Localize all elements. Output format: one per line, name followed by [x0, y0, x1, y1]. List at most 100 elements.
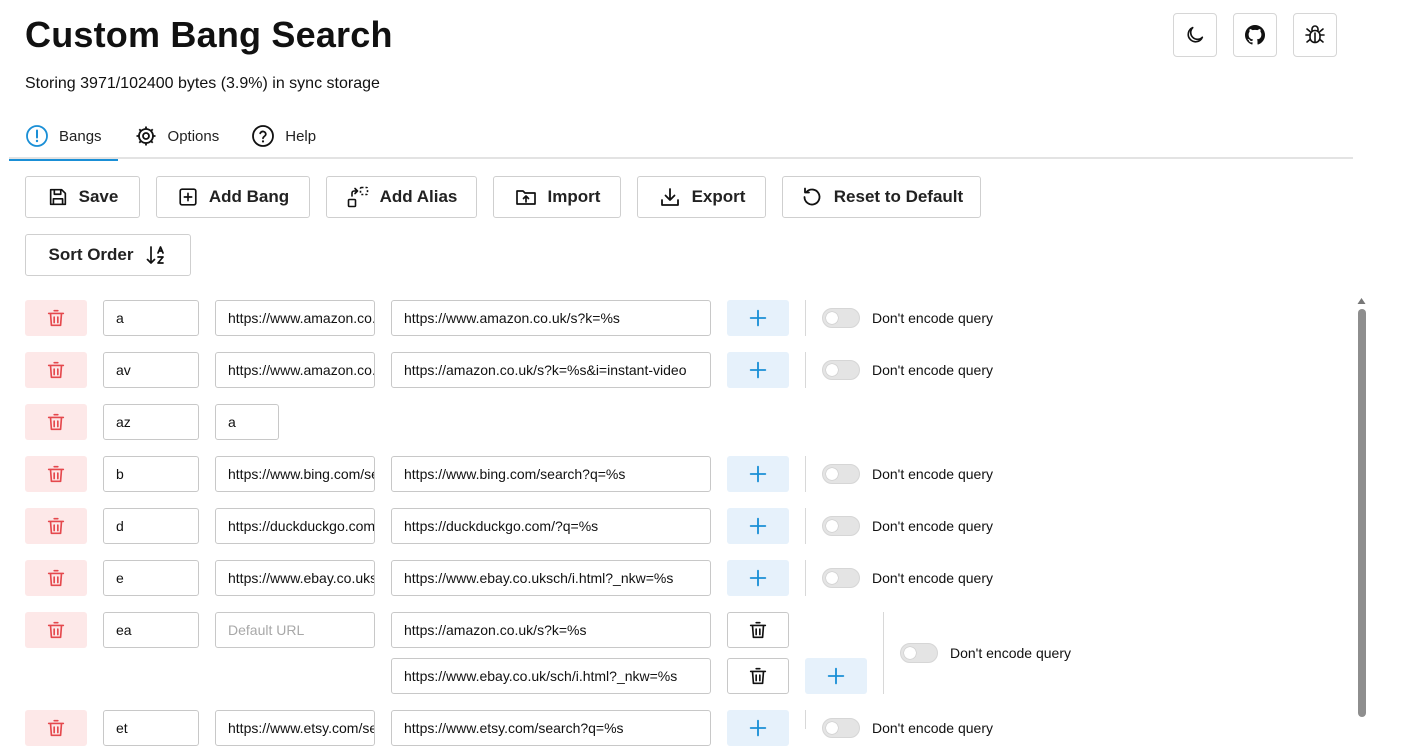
plus-icon: [747, 717, 769, 739]
tab-options-label: Options: [167, 127, 220, 145]
search-url-input[interactable]: https://www.ebay.co.uk/sch/i.html?_nkw=%…: [391, 658, 711, 694]
delete-bang-button[interactable]: [25, 404, 87, 440]
delete-bang-button[interactable]: [25, 612, 87, 648]
dont-encode-label: Don't encode query: [872, 310, 993, 326]
add-url-button[interactable]: [727, 456, 789, 492]
search-url-input[interactable]: https://duckduckgo.com/?q=%s: [391, 508, 711, 544]
page-title: Custom Bang Search: [25, 14, 393, 55]
dark-mode-button[interactable]: [1173, 13, 1217, 57]
reset-to-default-button[interactable]: Reset to Default: [782, 176, 981, 218]
dont-encode-label: Don't encode query: [872, 570, 993, 586]
remove-url-button[interactable]: [727, 612, 789, 648]
tab-help[interactable]: Help: [235, 113, 332, 159]
save-icon: [49, 188, 66, 206]
plus-icon: [747, 567, 769, 589]
dont-encode-toggle[interactable]: [822, 464, 860, 484]
default-url-input[interactable]: https://www.amazon.co.uk/s?k=%s: [215, 300, 375, 336]
dont-encode-toggle[interactable]: [822, 516, 860, 536]
moon-icon: [1187, 26, 1204, 43]
bang-keyword-input[interactable]: a: [103, 300, 199, 336]
tab-help-label: Help: [285, 127, 317, 145]
tab-bangs[interactable]: Bangs: [9, 113, 118, 161]
delete-bang-button[interactable]: [25, 352, 87, 388]
save-button[interactable]: Save: [25, 176, 140, 218]
add-alias-label: Add Alias: [379, 187, 458, 206]
default-url-input[interactable]: https://duckduckgo.com/?q=%s: [215, 508, 375, 544]
search-url-input[interactable]: https://amazon.co.uk/s?k=%s&i=instant-vi…: [391, 352, 711, 388]
delete-bang-button[interactable]: [25, 508, 87, 544]
bang-keyword-input[interactable]: et: [103, 710, 199, 746]
divider: [805, 456, 806, 492]
scroll-up-arrow-icon: [1357, 298, 1366, 304]
add-url-button[interactable]: [727, 352, 789, 388]
bang-keyword-input[interactable]: ea: [103, 612, 199, 648]
dont-encode-label: Don't encode query: [872, 362, 993, 378]
sort-order-button[interactable]: Sort Order: [25, 234, 191, 276]
export-button[interactable]: Export: [637, 176, 766, 218]
delete-bang-button[interactable]: [25, 710, 87, 746]
default-url-input[interactable]: https://www.bing.com/search?q=%s: [215, 456, 375, 492]
add-url-button[interactable]: [727, 710, 789, 746]
plus-icon: [825, 665, 847, 687]
tab-bar: Bangs Options Help: [9, 113, 1353, 161]
remove-url-button[interactable]: [727, 658, 789, 694]
tab-options[interactable]: Options: [118, 113, 236, 159]
add-url-button[interactable]: [727, 300, 789, 336]
dont-encode-toggle[interactable]: [900, 643, 938, 663]
divider: [805, 710, 806, 729]
default-url-input[interactable]: https://www.amazon.co.uk/s?k=%s&i=instan…: [215, 352, 375, 388]
bang-keyword-input[interactable]: az: [103, 404, 199, 440]
default-url-input[interactable]: https://www.etsy.com/search?q=%s: [215, 710, 375, 746]
dont-encode-toggle[interactable]: [822, 568, 860, 588]
folder-upload-icon: [515, 190, 536, 205]
exclamation-circle-icon: [26, 125, 48, 147]
bang-keyword-input[interactable]: d: [103, 508, 199, 544]
divider: [805, 300, 806, 336]
bang-keyword-input[interactable]: b: [103, 456, 199, 492]
bang-keyword-input[interactable]: av: [103, 352, 199, 388]
default-url-input[interactable]: https://www.ebay.co.uksch/i.html?_nkw=%s: [215, 560, 375, 596]
download-icon: [660, 188, 679, 206]
add-url-button[interactable]: [805, 658, 867, 694]
search-url-input[interactable]: https://amazon.co.uk/s?k=%s: [391, 612, 711, 648]
trash-icon: [45, 567, 67, 589]
trash-icon: [45, 359, 67, 381]
trash-icon: [45, 717, 67, 739]
trash-icon: [45, 307, 67, 329]
delete-bang-button[interactable]: [25, 560, 87, 596]
search-url-input[interactable]: https://www.ebay.co.uksch/i.html?_nkw=%s: [391, 560, 711, 596]
default-url-input[interactable]: Default URL: [215, 612, 375, 648]
dont-encode-label: Don't encode query: [872, 518, 993, 534]
trash-icon: [747, 619, 769, 641]
trash-icon: [45, 411, 67, 433]
search-url-input[interactable]: https://www.etsy.com/search?q=%s: [391, 710, 711, 746]
delete-bang-button[interactable]: [25, 456, 87, 492]
add-alias-button[interactable]: Add Alias: [326, 176, 477, 218]
dont-encode-label: Don't encode query: [950, 645, 1071, 661]
divider: [805, 560, 806, 596]
add-url-button[interactable]: [727, 560, 789, 596]
divider: [805, 508, 806, 544]
trash-icon: [747, 665, 769, 687]
github-button[interactable]: [1233, 13, 1277, 57]
delete-bang-button[interactable]: [25, 300, 87, 336]
alias-target-input[interactable]: a: [215, 404, 279, 440]
search-url-input[interactable]: https://www.bing.com/search?q=%s: [391, 456, 711, 492]
scrollbar-thumb[interactable]: [1358, 309, 1366, 717]
import-button[interactable]: Import: [493, 176, 621, 218]
gear-icon: [136, 126, 156, 146]
question-circle-icon: [252, 125, 275, 147]
report-bug-button[interactable]: [1293, 13, 1337, 57]
add-bang-label: Add Bang: [208, 187, 290, 206]
reset-icon: [803, 187, 821, 206]
save-label: Save: [78, 187, 119, 206]
search-url-input[interactable]: https://www.amazon.co.uk/s?k=%s: [391, 300, 711, 336]
dont-encode-label: Don't encode query: [872, 720, 993, 736]
bang-keyword-input[interactable]: e: [103, 560, 199, 596]
add-url-button[interactable]: [727, 508, 789, 544]
dont-encode-toggle[interactable]: [822, 360, 860, 380]
add-bang-button[interactable]: Add Bang: [156, 176, 310, 218]
bug-icon: [1305, 25, 1325, 44]
dont-encode-toggle[interactable]: [822, 718, 860, 738]
dont-encode-toggle[interactable]: [822, 308, 860, 328]
